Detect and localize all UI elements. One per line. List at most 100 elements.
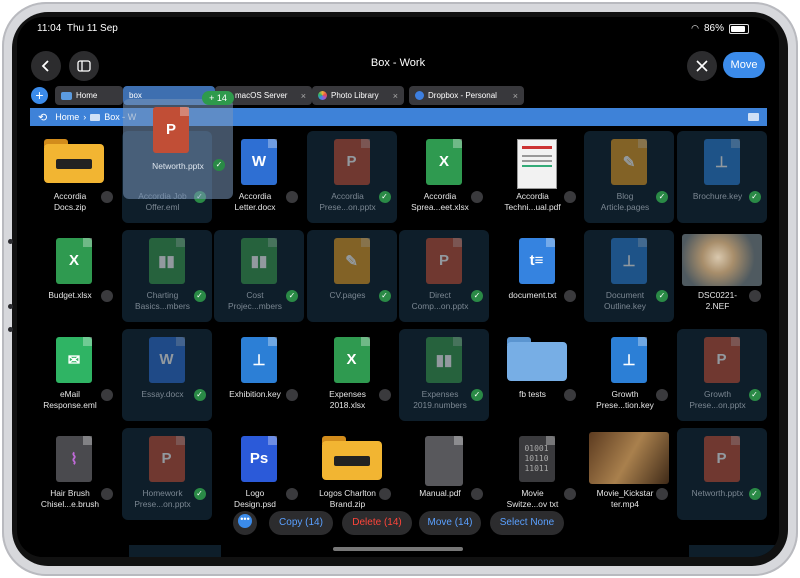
selection-circle[interactable] [286,488,298,500]
checkmark-icon[interactable]: ✓ [656,290,668,302]
delete-button[interactable]: Delete (14) [342,511,412,535]
home-indicator [333,547,463,551]
close-button[interactable] [687,51,717,81]
selection-circle[interactable] [563,191,576,203]
move-button[interactable]: Move [723,52,765,78]
file-item[interactable]: P Homework Prese...on.pptx ✓ [121,428,212,520]
file-item[interactable]: P Accordia Prese...on.pptx ✓ [306,131,397,223]
file-item[interactable]: Accordia Techni...ual.pdf [492,131,582,223]
tab-dropbox-personal[interactable]: Dropbox - Personal × [409,86,524,105]
file-item[interactable]: ⊥ Document Outline.key ✓ [584,230,674,322]
file-item[interactable]: ✉ eMail Response.eml [29,329,119,421]
history-icon[interactable]: ⟲ [38,111,47,124]
close-tab-icon[interactable]: × [513,91,518,101]
text-file-icon: t≡ [518,238,555,284]
checkmark-icon[interactable]: ✓ [193,290,206,302]
file-item[interactable]: fb tests [492,329,582,421]
checkmark-icon[interactable]: ✓ [748,191,761,203]
checkmark-icon[interactable]: ✓ [193,389,206,401]
powerpoint-icon: P [703,337,740,383]
file-item[interactable]: X Budget.xlsx [29,230,119,322]
selection-circle[interactable] [563,290,576,302]
file-item[interactable]: ▮▮ Charting Basics...mbers ✓ [121,230,212,322]
file-item[interactable]: P Growth Prese...on.pptx ✓ [676,329,767,421]
drag-preview: P Networth.pptx ✓ [123,99,233,199]
tab-home[interactable]: Home [55,86,123,105]
close-tab-icon[interactable]: × [393,91,398,101]
excel-icon: X [333,337,370,383]
selection-circle[interactable] [286,389,298,401]
move-selection-button[interactable]: Move (14) [419,511,481,535]
checkmark-icon[interactable]: ✓ [286,290,298,302]
battery-percent: 86% [703,23,724,34]
file-item[interactable]: 01001 10110 11011 Movie Switze...ov txt [492,428,582,520]
selection-circle[interactable] [101,191,113,203]
file-item[interactable]: ⊥ Growth Prese...tion.key [584,329,674,421]
checkmark-icon[interactable]: ✓ [193,488,206,500]
folder-settings-icon[interactable] [748,113,759,121]
file-item[interactable]: ✎ Blog Article.pages ✓ [584,131,674,223]
file-item[interactable]: Manual.pdf [399,428,489,520]
checkmark-icon[interactable]: ✓ [378,191,391,203]
file-item[interactable]: ▮▮ Expenses 2019.numbers ✓ [399,329,489,421]
file-item[interactable]: ⊥ Brochure.key ✓ [676,131,767,223]
dropbox-icon [415,91,424,100]
file-item[interactable]: t≡ document.txt [492,230,582,322]
chevron-right-icon: › [83,112,87,122]
add-tab-button[interactable]: + [31,87,48,104]
file-item[interactable]: DSC0221-2.NEF [677,230,767,322]
side-sensor [8,304,13,309]
selection-circle[interactable] [286,191,298,203]
pages-icon: ✎ [611,139,647,185]
zip-folder-icon [44,139,104,183]
checkmark-icon[interactable]: ✓ [471,389,483,401]
brush-icon: ⌇ [56,436,92,482]
selection-circle[interactable] [471,191,483,203]
file-item[interactable]: X Accordia Sprea...eet.xlsx [399,131,489,223]
keynote-icon: ⊥ [241,337,277,383]
file-item[interactable]: ⌇ Hair Brush Chisel...e.brush [29,428,119,520]
file-item[interactable]: Ps Logo Design.psd [214,428,304,520]
copy-button[interactable]: Copy (14) [269,511,333,535]
file-item[interactable]: W Essay.docx ✓ [121,329,212,421]
word-icon: W [148,337,185,383]
checkmark-icon[interactable]: ✓ [656,191,668,203]
pdf-thumbnail [516,139,557,189]
selection-circle[interactable] [748,290,761,302]
zip-folder-icon [321,436,382,480]
close-tab-icon[interactable]: × [301,91,306,101]
file-item[interactable]: X Expenses 2018.xlsx [307,329,397,421]
select-none-button[interactable]: Select None [490,511,564,535]
checkmark-icon[interactable]: ✓ [378,290,391,302]
status-time: 11:04 Thu 11 Sep [37,23,118,34]
side-sensor [8,327,13,332]
selection-circle[interactable] [378,488,391,500]
file-item[interactable]: P Direct Comp...on.pptx ✓ [399,230,489,322]
selection-circle[interactable] [563,389,576,401]
powerpoint-icon: P [153,107,189,153]
checkmark-icon[interactable]: ✓ [471,290,483,302]
selection-circle[interactable] [471,488,483,500]
selection-circle[interactable] [101,389,113,401]
file-item[interactable]: Accordia Docs.zip [29,131,119,223]
selection-circle[interactable] [378,389,391,401]
page-title: Box - Work [370,57,426,69]
file-item[interactable]: ▮▮ Cost Projec...mbers ✓ [214,230,304,322]
selection-circle[interactable] [656,488,668,500]
file-item[interactable]: Logos Charlton Brand.zip [307,428,397,520]
tab-photo-library[interactable]: Photo Library × [312,86,404,105]
checkmark-icon[interactable]: ✓ [748,389,761,401]
breadcrumb-home[interactable]: Home [55,112,79,122]
selection-circle[interactable] [563,488,576,500]
checkmark-icon[interactable]: ✓ [748,488,761,500]
file-item[interactable]: ⊥ Exhibition.key [214,329,304,421]
selection-circle[interactable] [656,389,668,401]
selection-circle[interactable] [101,290,113,302]
owl-photo-thumbnail [681,234,762,286]
file-item[interactable]: Movie_Kickstar ter.mp4 [584,428,674,520]
more-button[interactable]: ••• [233,511,257,535]
file-item[interactable]: P Networth.pptx ✓ [676,428,767,520]
navigation-bar: Box - Work Move [17,41,779,85]
selection-circle[interactable] [101,488,113,500]
file-item[interactable]: ✎ CV.pages ✓ [306,230,397,322]
